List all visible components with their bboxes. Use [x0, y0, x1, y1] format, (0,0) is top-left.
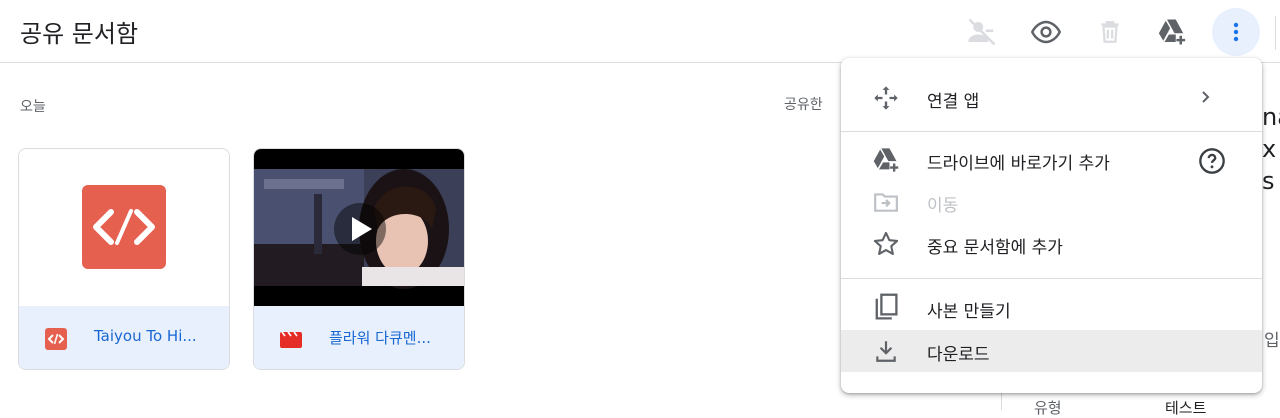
menu-item-move: 이동 [841, 181, 1262, 223]
download-icon [871, 337, 901, 365]
details-peek-side: 입 [1264, 331, 1280, 351]
details-type-value: 테스트 [1165, 399, 1207, 417]
context-menu: 연결 앱 드라이브에 바로가기 추가 이동 중요 문서함에 추가 사본 만들기 … [841, 58, 1262, 393]
menu-item-label: 중요 문서함에 추가 [927, 238, 1063, 258]
menu-item-label: 연결 앱 [927, 92, 980, 112]
menu-item-add-starred[interactable]: 중요 문서함에 추가 [841, 223, 1262, 265]
video-file-icon [280, 328, 302, 350]
eye-icon[interactable] [1022, 8, 1070, 56]
move-arrows-icon [871, 84, 901, 112]
menu-item-label: 다운로드 [927, 345, 990, 365]
code-icon [45, 328, 67, 350]
menu-item-download[interactable]: 다운로드 [841, 330, 1262, 372]
header-divider [1275, 16, 1276, 50]
shared-column-label: 공유한 [784, 97, 823, 113]
menu-item-label: 사본 만들기 [927, 302, 1011, 322]
details-peek-line-2: x [1262, 135, 1277, 163]
file-thumbnail [19, 149, 229, 306]
file-card-footer: 플라워 다큐멘... [254, 306, 464, 369]
code-file-icon [82, 185, 166, 269]
menu-item-label: 이동 [927, 196, 959, 216]
menu-divider [841, 278, 1262, 279]
move-folder-icon [871, 188, 901, 216]
menu-item-open-with[interactable]: 연결 앱 [841, 77, 1262, 119]
chevron-right-icon [1197, 89, 1213, 109]
trash-icon[interactable] [1086, 8, 1134, 56]
file-name: 플라워 다큐멘... [329, 329, 431, 347]
menu-item-label: 드라이브에 바로가기 추가 [927, 154, 1110, 174]
more-vert-icon[interactable] [1212, 8, 1260, 56]
remove-person-icon[interactable] [958, 8, 1006, 56]
file-card[interactable]: 플라워 다큐멘... [253, 148, 465, 370]
file-card[interactable]: Taiyou To Hi... [18, 148, 230, 370]
add-to-drive-icon[interactable] [1148, 8, 1196, 56]
copy-icon [871, 293, 901, 322]
video-thumbnail [254, 149, 464, 306]
top-header: 공유 문서함 [0, 0, 1280, 63]
file-card-footer: Taiyou To Hi... [19, 306, 229, 369]
star-icon [871, 230, 901, 258]
menu-item-add-shortcut[interactable]: 드라이브에 바로가기 추가 [841, 139, 1262, 181]
menu-item-make-copy[interactable]: 사본 만들기 [841, 287, 1262, 329]
file-name: Taiyou To Hi... [94, 327, 197, 345]
page-title: 공유 문서함 [20, 20, 139, 48]
section-today-label: 오늘 [20, 99, 46, 115]
help-icon[interactable] [1198, 147, 1226, 179]
details-peek-line-3: s [1262, 167, 1275, 195]
details-peek-line-1: na [1262, 103, 1280, 131]
add-to-drive-icon [871, 146, 901, 174]
details-type-label: 유형 [1034, 399, 1062, 417]
menu-divider [841, 131, 1262, 132]
